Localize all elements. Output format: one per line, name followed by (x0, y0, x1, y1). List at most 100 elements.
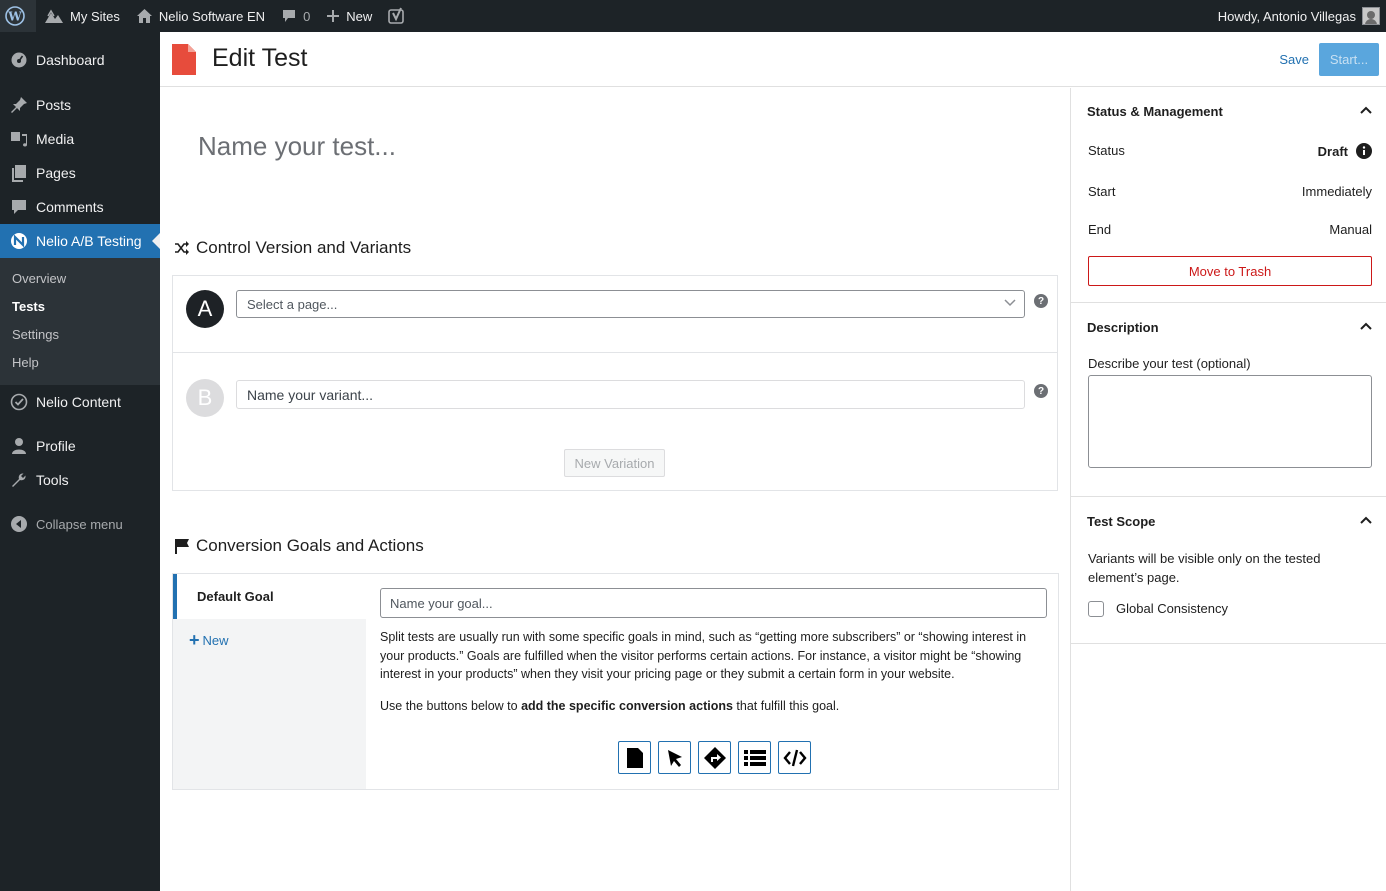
wordpress-logo-icon[interactable]: W (0, 0, 36, 32)
global-consistency-label[interactable]: Global Consistency (1116, 601, 1228, 616)
status-value: Draft (1317, 143, 1348, 159)
submenu-settings[interactable]: Settings (0, 321, 160, 349)
start-button[interactable]: Start... (1319, 43, 1379, 76)
shuffle-icon (174, 241, 196, 255)
sidebar-item-nelio-content[interactable]: Nelio Content (0, 385, 160, 419)
global-consistency-checkbox[interactable] (1088, 601, 1104, 617)
chevron-up-icon[interactable] (1360, 322, 1372, 330)
new-goal-label: New (202, 632, 229, 648)
admin-bar: W My Sites Nelio Software EN 0 New Howdy… (0, 0, 1386, 32)
site-name-menu[interactable]: Nelio Software EN (128, 0, 273, 32)
sidebar-item-pages[interactable]: Pages (0, 156, 160, 190)
sidebar-item-tools[interactable]: Tools (0, 463, 160, 497)
submenu-tests[interactable]: Tests (0, 293, 160, 321)
sidebar-item-label: Profile (36, 438, 76, 454)
sidebar-item-comments[interactable]: Comments (0, 190, 160, 224)
pin-icon (10, 96, 28, 114)
form-list-icon (743, 748, 767, 768)
sidebar-item-label: Tools (36, 472, 69, 488)
sidebar-item-label: Pages (36, 165, 76, 181)
admin-sidebar: Dashboard Posts Media Pages Comments Nel… (0, 32, 160, 891)
avatar (1362, 7, 1380, 25)
move-to-trash-button[interactable]: Move to Trash (1088, 256, 1372, 286)
chevron-up-icon[interactable] (1360, 106, 1372, 114)
description-textarea[interactable] (1088, 375, 1372, 468)
user-menu[interactable]: Howdy, Antonio Villegas (1210, 0, 1386, 32)
test-editor: Name your test... Control Version and Va… (160, 88, 1070, 891)
page-visit-action-button[interactable] (618, 741, 651, 774)
status-label: Status (1088, 143, 1125, 158)
end-value[interactable]: Manual (1329, 222, 1372, 237)
scope-section-title[interactable]: Test Scope (1087, 514, 1155, 529)
document-icon (172, 44, 196, 75)
goals-title-label: Conversion Goals and Actions (196, 536, 424, 555)
plus-icon (326, 9, 346, 23)
actions-instruction: Use the buttons below to add the specifi… (380, 698, 840, 713)
sidebar-item-label: Comments (36, 199, 104, 215)
status-row: Status Draft (1088, 143, 1372, 159)
chevron-up-icon[interactable] (1360, 516, 1372, 524)
site-name-label: Nelio Software EN (158, 8, 266, 24)
settings-panel: Status & Management Status Draft Start I… (1070, 88, 1386, 891)
submenu-help[interactable]: Help (0, 349, 160, 377)
sidebar-item-profile[interactable]: Profile (0, 429, 160, 463)
click-action-button[interactable] (658, 741, 691, 774)
variant-row-a: A Select a page... ? (173, 276, 1057, 353)
variant-name-input[interactable]: Name your variant... (236, 380, 1025, 409)
start-label: Start (1088, 184, 1116, 199)
comments-menu[interactable]: 0 (273, 0, 318, 32)
sidebar-item-nelio-ab-testing[interactable]: Nelio A/B Testing (0, 224, 160, 258)
chevron-down-icon (1004, 299, 1016, 307)
description-label: Describe your test (optional) (1088, 356, 1251, 371)
new-goal-button[interactable]: + New (189, 631, 229, 649)
new-variation-button[interactable]: New Variation (564, 449, 665, 477)
control-page-select[interactable]: Select a page... (236, 290, 1025, 318)
nelio-submenu: Overview Tests Settings Help (0, 258, 160, 385)
help-icon[interactable]: ? (1034, 384, 1048, 398)
new-label: New (346, 8, 373, 24)
sidebar-item-posts[interactable]: Posts (0, 88, 160, 122)
svg-text:W: W (7, 10, 22, 24)
start-value[interactable]: Immediately (1302, 184, 1372, 199)
goal-name-input[interactable]: Name your goal... (380, 588, 1047, 618)
sidebar-item-label: Nelio A/B Testing (36, 233, 142, 249)
help-icon[interactable]: ? (1034, 294, 1048, 308)
click-icon (665, 748, 685, 768)
submenu-overview[interactable]: Overview (0, 265, 160, 293)
variant-badge-b: B (186, 379, 224, 417)
test-name-input[interactable]: Name your test... (198, 131, 396, 162)
wrench-icon (10, 471, 28, 489)
directions-action-button[interactable] (698, 741, 731, 774)
nelio-icon (10, 232, 28, 250)
variant-badge-a: A (186, 290, 224, 328)
form-action-button[interactable] (738, 741, 771, 774)
end-label: End (1088, 222, 1112, 237)
dashboard-icon (10, 51, 28, 69)
default-goal-tab[interactable]: Default Goal (173, 574, 366, 619)
my-sites-menu[interactable]: My Sites (36, 0, 128, 32)
user-greeting: Howdy, Antonio Villegas (1217, 8, 1356, 24)
nelio-content-icon (10, 393, 28, 411)
status-management-section: Status & Management Status Draft Start I… (1071, 88, 1386, 303)
directions-icon (703, 746, 727, 770)
start-row: Start Immediately (1088, 184, 1372, 199)
select-page-placeholder: Select a page... (247, 296, 338, 312)
comment-icon (10, 198, 28, 216)
status-section-title[interactable]: Status & Management (1087, 104, 1223, 119)
end-row: End Manual (1088, 222, 1372, 237)
sidebar-item-dashboard[interactable]: Dashboard (0, 43, 160, 77)
home-icon (136, 8, 159, 24)
info-icon[interactable] (1356, 143, 1372, 159)
description-section-title[interactable]: Description (1087, 320, 1159, 335)
goal-list: Default Goal + New (173, 574, 366, 789)
sidebar-item-label: Posts (36, 97, 72, 113)
save-button[interactable]: Save (1279, 52, 1309, 67)
sidebar-item-media[interactable]: Media (0, 122, 160, 156)
new-content-menu[interactable]: New (318, 0, 380, 32)
custom-code-action-button[interactable] (778, 741, 811, 774)
flag-icon (174, 538, 196, 554)
goal-description: Split tests are usually run with some sp… (380, 628, 1052, 728)
collapse-menu-button[interactable]: Collapse menu (0, 507, 160, 541)
yoast-menu[interactable] (380, 0, 420, 32)
main-area: Edit Test Save Start... Name your test..… (160, 32, 1386, 891)
